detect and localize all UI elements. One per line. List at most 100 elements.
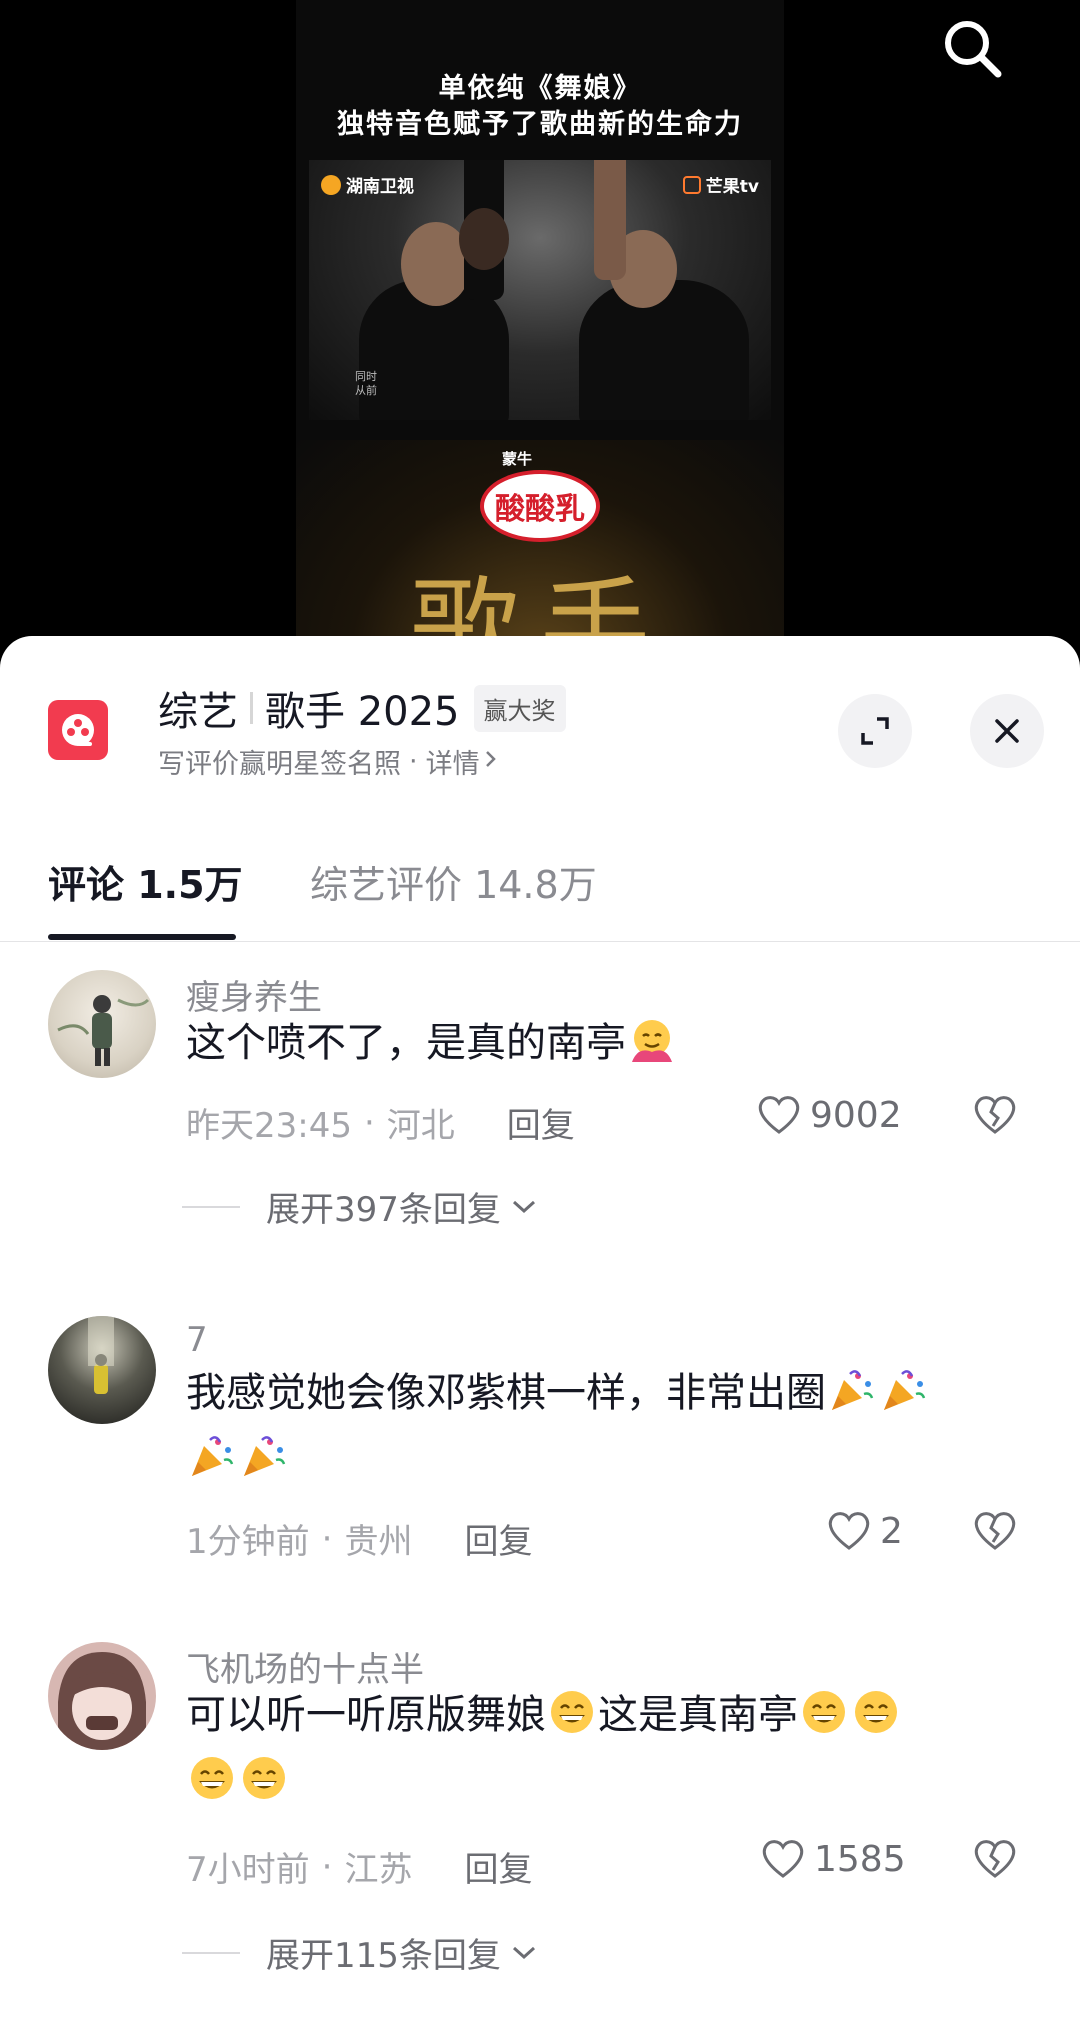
hunan-tv-watermark: 湖南卫视 xyxy=(321,172,414,197)
broken-heart-icon xyxy=(974,1096,1016,1134)
avatar[interactable] xyxy=(48,1642,156,1750)
party-popper-emoji-icon xyxy=(192,1436,234,1476)
close-icon xyxy=(995,719,1019,743)
subtitle-text: 写评价赢明星签名照 xyxy=(158,749,401,780)
dislike-button[interactable] xyxy=(972,1838,1018,1884)
expand-divider-line xyxy=(182,1951,240,1954)
video-player[interactable]: 单依纯《舞娘》 独特音色赋予了歌曲新的生命力 湖南卫视 芒果tv 同时 从前 蒙… xyxy=(0,0,1080,660)
chevron-down-icon xyxy=(512,1200,535,1213)
search-icon[interactable] xyxy=(940,16,1004,80)
comment-text-body: 这个喷不了，是真的南亭 xyxy=(186,1020,626,1066)
expand-replies-label: 展开115条回复 xyxy=(266,1936,501,1976)
meta-dot: · xyxy=(321,1846,333,1887)
heart-icon xyxy=(758,1096,800,1134)
variety-show-icon[interactable] xyxy=(48,700,108,760)
expand-replies-button[interactable]: 展开397条回复 xyxy=(182,1182,539,1231)
expand-button[interactable] xyxy=(838,694,912,768)
broken-heart-icon xyxy=(974,1512,1016,1550)
comment-location: 河北 xyxy=(386,1106,455,1146)
dancer-right xyxy=(579,280,749,420)
dislike-button[interactable] xyxy=(972,1094,1018,1140)
show-category: 综艺 xyxy=(158,689,238,735)
like-button[interactable]: 1585 xyxy=(760,1838,906,1880)
party-popper-emoji-icon xyxy=(832,1370,874,1410)
close-button[interactable] xyxy=(970,694,1044,768)
expand-icon xyxy=(861,717,889,745)
show-name: 歌手 2025 xyxy=(265,689,460,735)
grin-emoji-icon xyxy=(803,1691,845,1733)
video-stage-image: 湖南卫视 芒果tv 同时 从前 xyxy=(309,160,771,420)
like-count: 9002 xyxy=(810,1094,902,1136)
show-title[interactable]: 综艺 歌手 2025 赢大奖 xyxy=(158,682,566,735)
comment-text-body: 我感觉她会像邓紫棋一样，非常出圈 xyxy=(186,1370,826,1416)
tab-comments[interactable]: 评论 1.5万 xyxy=(48,854,243,909)
title-divider xyxy=(250,692,253,724)
stage-small-text: 同时 从前 xyxy=(355,370,377,397)
video-caption-line1: 单依纯《舞娘》 xyxy=(438,73,642,104)
party-popper-emoji-icon xyxy=(884,1370,926,1410)
comment-time: 1分钟前 xyxy=(186,1522,310,1562)
comment-text: 可以听一听原版舞娘 这是真南亭 xyxy=(186,1682,1026,1814)
grin-emoji-icon xyxy=(855,1691,897,1733)
details-link[interactable]: 详情 xyxy=(426,742,480,781)
sponsor-small-label: 蒙牛 xyxy=(502,450,533,468)
sponsor-banner: 蒙牛 酸酸乳 歌手 xyxy=(296,440,784,660)
grin-emoji-icon xyxy=(191,1757,233,1799)
comment-text: 这个喷不了，是真的南亭 xyxy=(186,1010,1026,1076)
comment-time: 7小时前 xyxy=(186,1850,310,1890)
hunan-tv-logo-icon xyxy=(321,174,341,195)
dislike-button[interactable] xyxy=(972,1510,1018,1556)
comment-item: 瘦身养生 这个喷不了，是真的南亭 昨天23:45 · 河北 回复 9002 展开… xyxy=(0,970,1080,1300)
dancer-right-arm xyxy=(594,160,626,280)
reply-button[interactable]: 回复 xyxy=(464,1514,532,1563)
like-button[interactable]: 9002 xyxy=(756,1094,902,1136)
active-tab-indicator xyxy=(48,934,236,940)
like-count: 2 xyxy=(880,1510,903,1552)
comment-meta: 1分钟前 · 贵州 回复 xyxy=(186,1514,532,1563)
comment-item: 7 我感觉她会像邓紫棋一样，非常出圈 1分钟前 · 贵州 回复 2 xyxy=(0,1316,1080,1616)
sponsor-badge: 酸酸乳 xyxy=(480,470,600,542)
mango-tv-logo-icon xyxy=(682,175,701,194)
comment-text: 我感觉她会像邓紫棋一样，非常出圈 xyxy=(186,1360,1026,1492)
party-popper-emoji-icon xyxy=(244,1436,286,1476)
comment-sheet: 综艺 歌手 2025 赢大奖 写评价赢明星签名照 · 详情 评论 1.5万 综艺… xyxy=(0,636,1080,2035)
hunan-tv-watermark-label: 湖南卫视 xyxy=(346,177,414,197)
comment-meta: 昨天23:45 · 河北 回复 xyxy=(186,1098,575,1147)
subtitle-dot: · xyxy=(409,746,418,777)
avatar[interactable] xyxy=(48,1316,156,1424)
mango-tv-watermark-label: 芒果tv xyxy=(705,177,759,197)
grin-emoji-icon xyxy=(551,1691,593,1733)
show-header: 综艺 歌手 2025 赢大奖 写评价赢明星签名照 · 详情 xyxy=(0,636,1080,816)
expand-replies-button[interactable]: 展开115条回复 xyxy=(182,1928,539,1977)
like-count: 1585 xyxy=(814,1838,906,1880)
comment-nickname[interactable]: 7 xyxy=(186,1320,208,1360)
chevron-down-icon xyxy=(512,1946,535,1959)
expand-replies-label: 展开397条回复 xyxy=(266,1190,501,1230)
video-caption-line2: 独特音色赋予了歌曲新的生命力 xyxy=(337,109,743,140)
meta-dot: · xyxy=(363,1102,375,1143)
grin-emoji-icon xyxy=(243,1757,285,1799)
heart-icon xyxy=(828,1512,870,1550)
reply-button[interactable]: 回复 xyxy=(507,1098,575,1147)
prize-tag: 赢大奖 xyxy=(473,684,566,732)
chevron-right-icon xyxy=(484,746,498,777)
comment-tabs: 评论 1.5万 综艺评价 14.8万 xyxy=(0,816,1080,942)
dancer-center-head xyxy=(459,208,509,270)
tab-show-reviews[interactable]: 综艺评价 14.8万 xyxy=(310,854,597,909)
show-subtitle[interactable]: 写评价赢明星签名照 · 详情 xyxy=(158,742,498,781)
comment-text-body: 可以听一听原版舞娘 xyxy=(186,1692,546,1738)
broken-heart-icon xyxy=(974,1840,1016,1878)
meta-dot: · xyxy=(321,1518,333,1559)
comment-item: 飞机场的十点半 可以听一听原版舞娘 这是真南亭 7小时前 · 江苏 回复 158… xyxy=(0,1642,1080,2022)
avatar[interactable] xyxy=(48,970,156,1078)
heart-icon xyxy=(762,1840,804,1878)
like-button[interactable]: 2 xyxy=(826,1510,903,1552)
expand-divider-line xyxy=(182,1205,240,1208)
comment-text-body: 这是真南亭 xyxy=(598,1692,798,1738)
comment-meta: 7小时前 · 江苏 回复 xyxy=(186,1842,532,1891)
reply-button[interactable]: 回复 xyxy=(464,1842,532,1891)
comment-location: 贵州 xyxy=(344,1522,413,1562)
mango-tv-watermark: 芒果tv xyxy=(682,172,759,197)
comment-time: 昨天23:45 xyxy=(186,1106,352,1146)
hug-emoji-icon xyxy=(632,1020,672,1062)
